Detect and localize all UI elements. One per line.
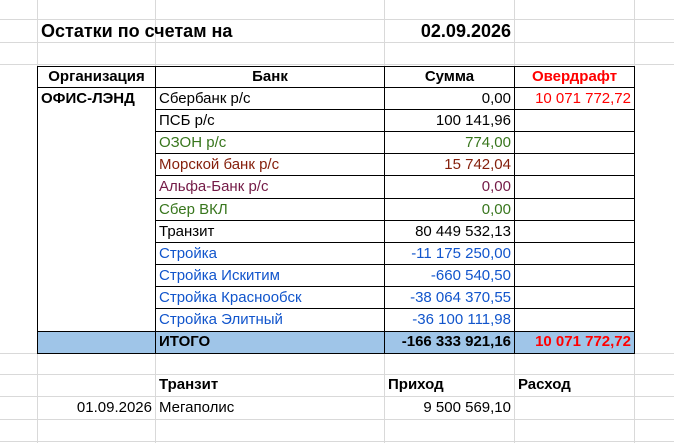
sum-cell[interactable]: -36 100 111,98 [385, 309, 514, 331]
gridline [0, 42, 674, 43]
overdraft-cell[interactable] [515, 132, 634, 154]
bank-cell[interactable]: Стройка [156, 243, 384, 265]
bank-cell[interactable]: Стройка Элитный [156, 309, 384, 331]
organization-name[interactable]: ОФИС-ЛЭНД [38, 88, 155, 110]
transit-row-expense[interactable] [515, 397, 634, 419]
header-organization[interactable]: Организация [38, 66, 155, 88]
overdraft-cell[interactable] [515, 199, 634, 221]
bank-cell[interactable]: Транзит [156, 221, 384, 243]
sum-cell[interactable]: 80 449 532,13 [385, 221, 514, 243]
total-sum[interactable]: -166 333 921,16 [385, 331, 514, 353]
header-overdraft[interactable]: Овердрафт [515, 66, 634, 88]
overdraft-cell[interactable] [515, 265, 634, 287]
header-bank[interactable]: Банк [156, 66, 384, 88]
sum-cell[interactable]: 15 742,04 [385, 154, 514, 176]
gridline [0, 64, 674, 65]
bank-cell[interactable]: Альфа-Банк р/с [156, 176, 384, 198]
overdraft-cell[interactable]: 10 071 772,72 [515, 88, 634, 110]
title-date[interactable]: 02.09.2026 [385, 20, 514, 42]
sum-cell[interactable]: -11 175 250,00 [385, 243, 514, 265]
sum-cell[interactable]: 0,00 [385, 199, 514, 221]
total-overdraft[interactable]: 10 071 772,72 [515, 331, 634, 353]
bank-cell[interactable]: ОЗОН р/с [156, 132, 384, 154]
transit-header-income[interactable]: Приход [385, 374, 514, 396]
sum-cell[interactable]: 0,00 [385, 88, 514, 110]
transit-row-income[interactable]: 9 500 569,10 [385, 397, 514, 419]
overdraft-cell[interactable] [515, 221, 634, 243]
sum-cell[interactable]: 100 141,96 [385, 110, 514, 132]
spreadsheet: Остатки по счетам на 02.09.2026 Организа… [0, 0, 674, 443]
bank-cell[interactable]: ПСБ р/с [156, 110, 384, 132]
sum-cell[interactable]: 0,00 [385, 176, 514, 198]
gridline [0, 441, 674, 442]
overdraft-cell[interactable] [515, 176, 634, 198]
transit-row-name[interactable]: Мегаполис [156, 397, 384, 419]
bank-cell[interactable]: Сбербанк р/с [156, 88, 384, 110]
transit-header-expense[interactable]: Расход [515, 374, 634, 396]
sum-cell[interactable]: -38 064 370,55 [385, 287, 514, 309]
sum-cell[interactable]: -660 540,50 [385, 265, 514, 287]
sum-cell[interactable]: 774,00 [385, 132, 514, 154]
overdraft-cell[interactable] [515, 110, 634, 132]
total-label[interactable]: ИТОГО [156, 331, 384, 353]
overdraft-cell[interactable] [515, 287, 634, 309]
bank-cell[interactable]: Морской банк р/с [156, 154, 384, 176]
bank-cell[interactable]: Сбер ВКЛ [156, 199, 384, 221]
transit-header-name[interactable]: Транзит [156, 374, 384, 396]
title-label[interactable]: Остатки по счетам на [38, 20, 338, 42]
transit-row-date[interactable]: 01.09.2026 [38, 397, 155, 419]
gridline [0, 419, 674, 420]
overdraft-cell[interactable] [515, 154, 634, 176]
bank-cell[interactable]: Стройка Искитим [156, 265, 384, 287]
overdraft-cell[interactable] [515, 243, 634, 265]
bank-cell[interactable]: Стройка Краснообск [156, 287, 384, 309]
overdraft-cell[interactable] [515, 309, 634, 331]
header-sum[interactable]: Сумма [385, 66, 514, 88]
